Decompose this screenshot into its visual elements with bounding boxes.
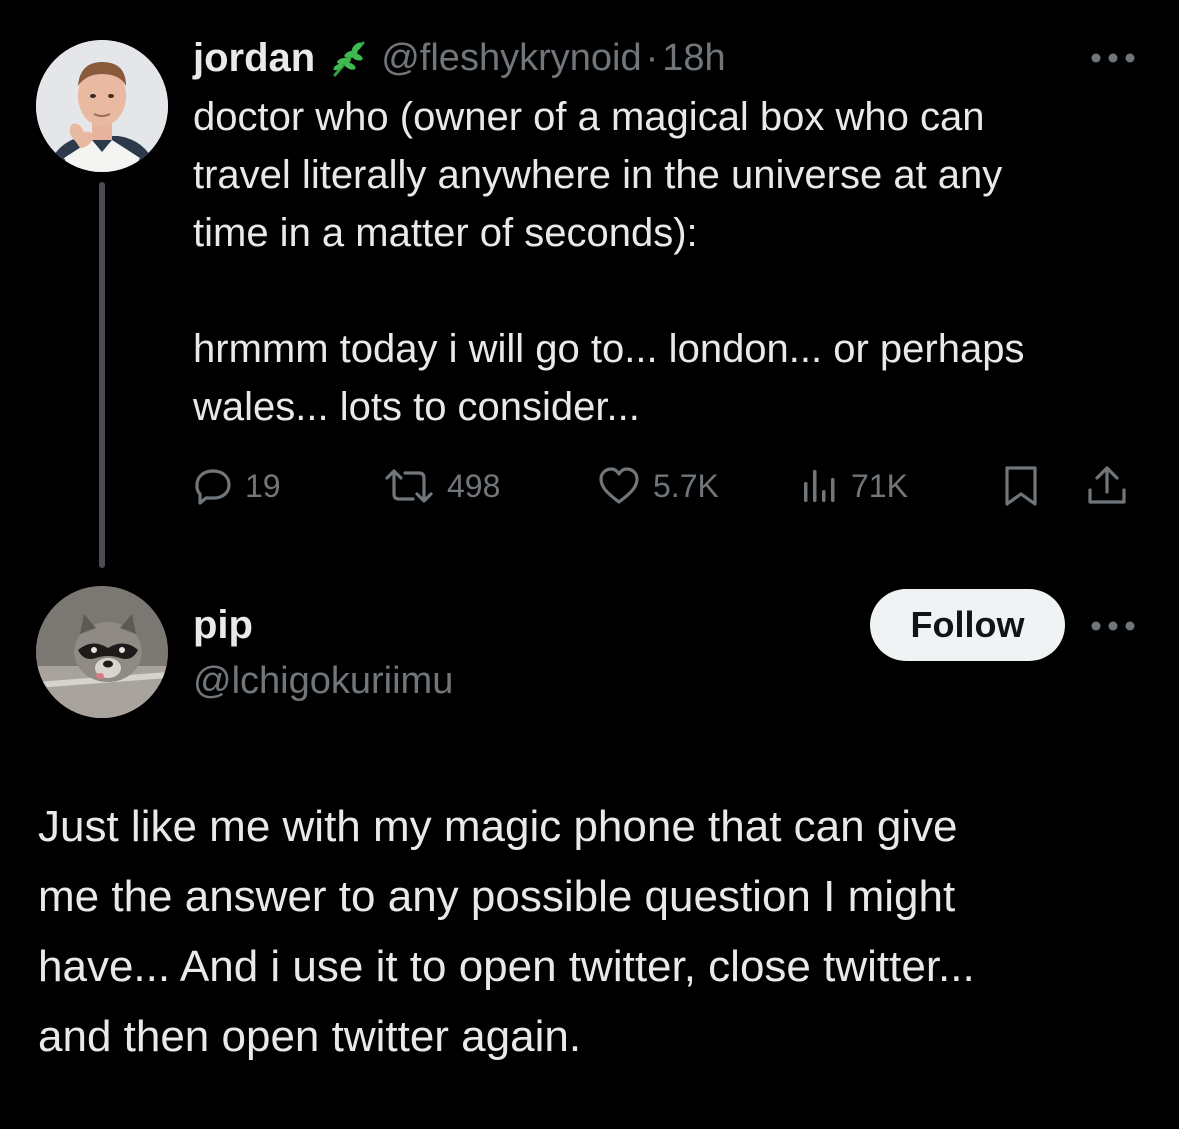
like-count: 5.7K	[653, 467, 719, 504]
avatar-jordan-image	[36, 40, 168, 172]
repost-action[interactable]: 498	[383, 458, 500, 514]
reply-author-name[interactable]: pip	[193, 600, 453, 650]
reply-text-line: have... And i use it to open twitter, cl…	[38, 942, 975, 991]
header-separator: ·	[645, 36, 659, 79]
tweet-text-line: travel literally anywhere in the univers…	[193, 153, 1003, 197]
tweet-text-line: hrmmm today i will go to... london... or…	[193, 327, 1025, 371]
tweet-timestamp[interactable]: 18h	[662, 37, 725, 80]
heart-icon	[599, 467, 639, 504]
reply-text-line: me the answer to any possible question I…	[38, 872, 956, 921]
reply-count: 19	[245, 467, 281, 504]
more-options-icon[interactable]	[1090, 620, 1136, 632]
views-action[interactable]: 71K	[799, 458, 908, 514]
avatar-jordan[interactable]	[36, 40, 168, 172]
more-options-icon[interactable]	[1090, 52, 1136, 64]
reply-icon	[195, 469, 231, 505]
tweet-text-line: wales... lots to consider...	[193, 385, 640, 429]
bookmark-action[interactable]	[1001, 458, 1041, 514]
tweet-action-bar: 19 498 5.7K 71K	[193, 458, 1143, 514]
like-action[interactable]: 5.7K	[597, 458, 719, 514]
tweet-text-line: time in a matter of seconds):	[193, 211, 698, 255]
bookmark-icon	[1005, 466, 1037, 506]
reply-header: pip @lchigokuriimu	[193, 600, 453, 706]
follow-button[interactable]: Follow	[870, 589, 1065, 661]
reply-action[interactable]: 19	[193, 458, 281, 514]
tweet-header: jordan @fleshykrynoid · 18h	[193, 30, 726, 86]
repost-icon	[385, 469, 433, 503]
thread-connector-line	[99, 182, 105, 568]
share-icon	[1088, 466, 1126, 504]
leaf-icon	[333, 41, 365, 77]
avatar-pip-image	[36, 586, 168, 718]
reply-body: Just like me with my magic phone that ca…	[38, 792, 1148, 1072]
author-name[interactable]: jordan	[193, 36, 315, 81]
tweet-text-line: doctor who (owner of a magical box who c…	[193, 95, 985, 139]
share-action[interactable]	[1085, 458, 1129, 514]
tweet-body: doctor who (owner of a magical box who c…	[193, 88, 1153, 436]
avatar-pip[interactable]	[36, 586, 168, 718]
views-count: 71K	[851, 467, 908, 504]
repost-count: 498	[447, 467, 501, 504]
views-chart-icon	[804, 470, 835, 502]
reply-text-line: Just like me with my magic phone that ca…	[38, 802, 958, 851]
reply-author-handle[interactable]: @lchigokuriimu	[193, 656, 453, 706]
author-handle[interactable]: @fleshykrynoid	[381, 37, 641, 80]
reply-text-line: and then open twitter again.	[38, 1012, 582, 1061]
